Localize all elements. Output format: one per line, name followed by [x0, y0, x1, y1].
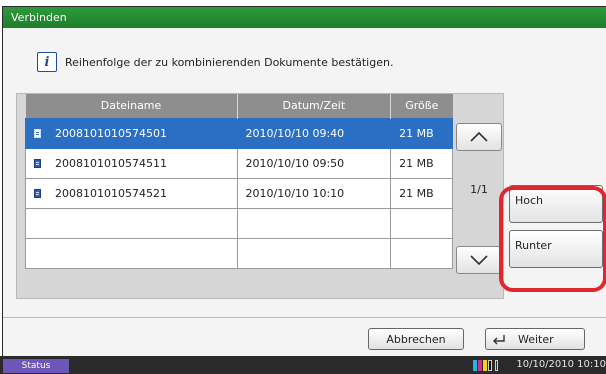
scroll-up-button[interactable]	[456, 123, 502, 151]
page-indicator: 1/1	[470, 183, 488, 196]
table-row[interactable]: 2008101010574521 2010/10/10 10:10 21 MB	[25, 177, 453, 209]
cancel-button[interactable]: Abbrechen	[368, 328, 464, 350]
table-row-empty	[25, 237, 453, 269]
file-table: Dateiname Datum/Zeit Größe 2008101010574…	[25, 94, 453, 269]
column-header-size: Größe	[390, 94, 453, 118]
content-area: i Reihenfolge der zu kombinierenden Doku…	[3, 28, 606, 318]
file-name: 2008101010574521	[55, 186, 167, 200]
info-text: Reihenfolge der zu kombinierenden Dokume…	[65, 55, 394, 69]
move-up-button[interactable]: Hoch	[509, 185, 603, 223]
file-name: 2008101010574501	[55, 126, 167, 140]
table-row-empty	[25, 207, 453, 239]
file-date: 2010/10/10 09:50	[236, 147, 392, 179]
chevron-up-icon	[470, 131, 488, 142]
file-name-cell: 2008101010574501	[25, 117, 238, 149]
date-time: 10/10/2010 10:10	[516, 359, 606, 370]
file-size: 21 MB	[390, 117, 453, 149]
scroll-down-button[interactable]	[456, 246, 502, 274]
next-button[interactable]: Weiter	[485, 328, 585, 350]
file-date: 2010/10/10 10:10	[236, 177, 392, 209]
dialog-window: Verbinden i Reihenfolge der zu kombinier…	[2, 6, 606, 357]
column-header-name: Dateiname	[25, 94, 238, 118]
file-name-cell: 2008101010574511	[25, 147, 238, 179]
file-list-panel: Dateiname Datum/Zeit Größe 2008101010574…	[16, 93, 504, 299]
document-icon	[34, 128, 41, 138]
document-icon	[34, 158, 41, 168]
info-icon: i	[37, 52, 57, 72]
file-size: 21 MB	[390, 147, 453, 179]
table-row[interactable]: 2008101010574501 2010/10/10 09:40 21 MB	[25, 117, 453, 149]
footer-bar: Abbrechen Weiter	[3, 318, 606, 357]
file-name: 2008101010574511	[55, 156, 167, 170]
list-scroller: 1/1	[456, 123, 502, 275]
file-size: 21 MB	[390, 177, 453, 209]
file-name-cell: 2008101010574521	[25, 177, 238, 209]
chevron-down-icon	[470, 255, 488, 266]
status-bar: Status 10/10/2010 10:10	[0, 356, 606, 374]
table-row[interactable]: 2008101010574511 2010/10/10 09:50 21 MB	[25, 147, 453, 179]
file-date: 2010/10/10 09:40	[236, 117, 392, 149]
window-title: Verbinden	[3, 7, 606, 28]
info-message: i Reihenfolge der zu kombinierenden Doku…	[37, 52, 393, 72]
status-button[interactable]: Status	[3, 359, 69, 373]
move-down-button[interactable]: Runter	[509, 230, 603, 268]
next-label: Weiter	[518, 332, 554, 346]
toner-level-icon	[473, 360, 498, 371]
column-header-date: Datum/Zeit	[237, 94, 392, 118]
document-icon	[34, 188, 41, 198]
enter-icon	[493, 334, 505, 344]
